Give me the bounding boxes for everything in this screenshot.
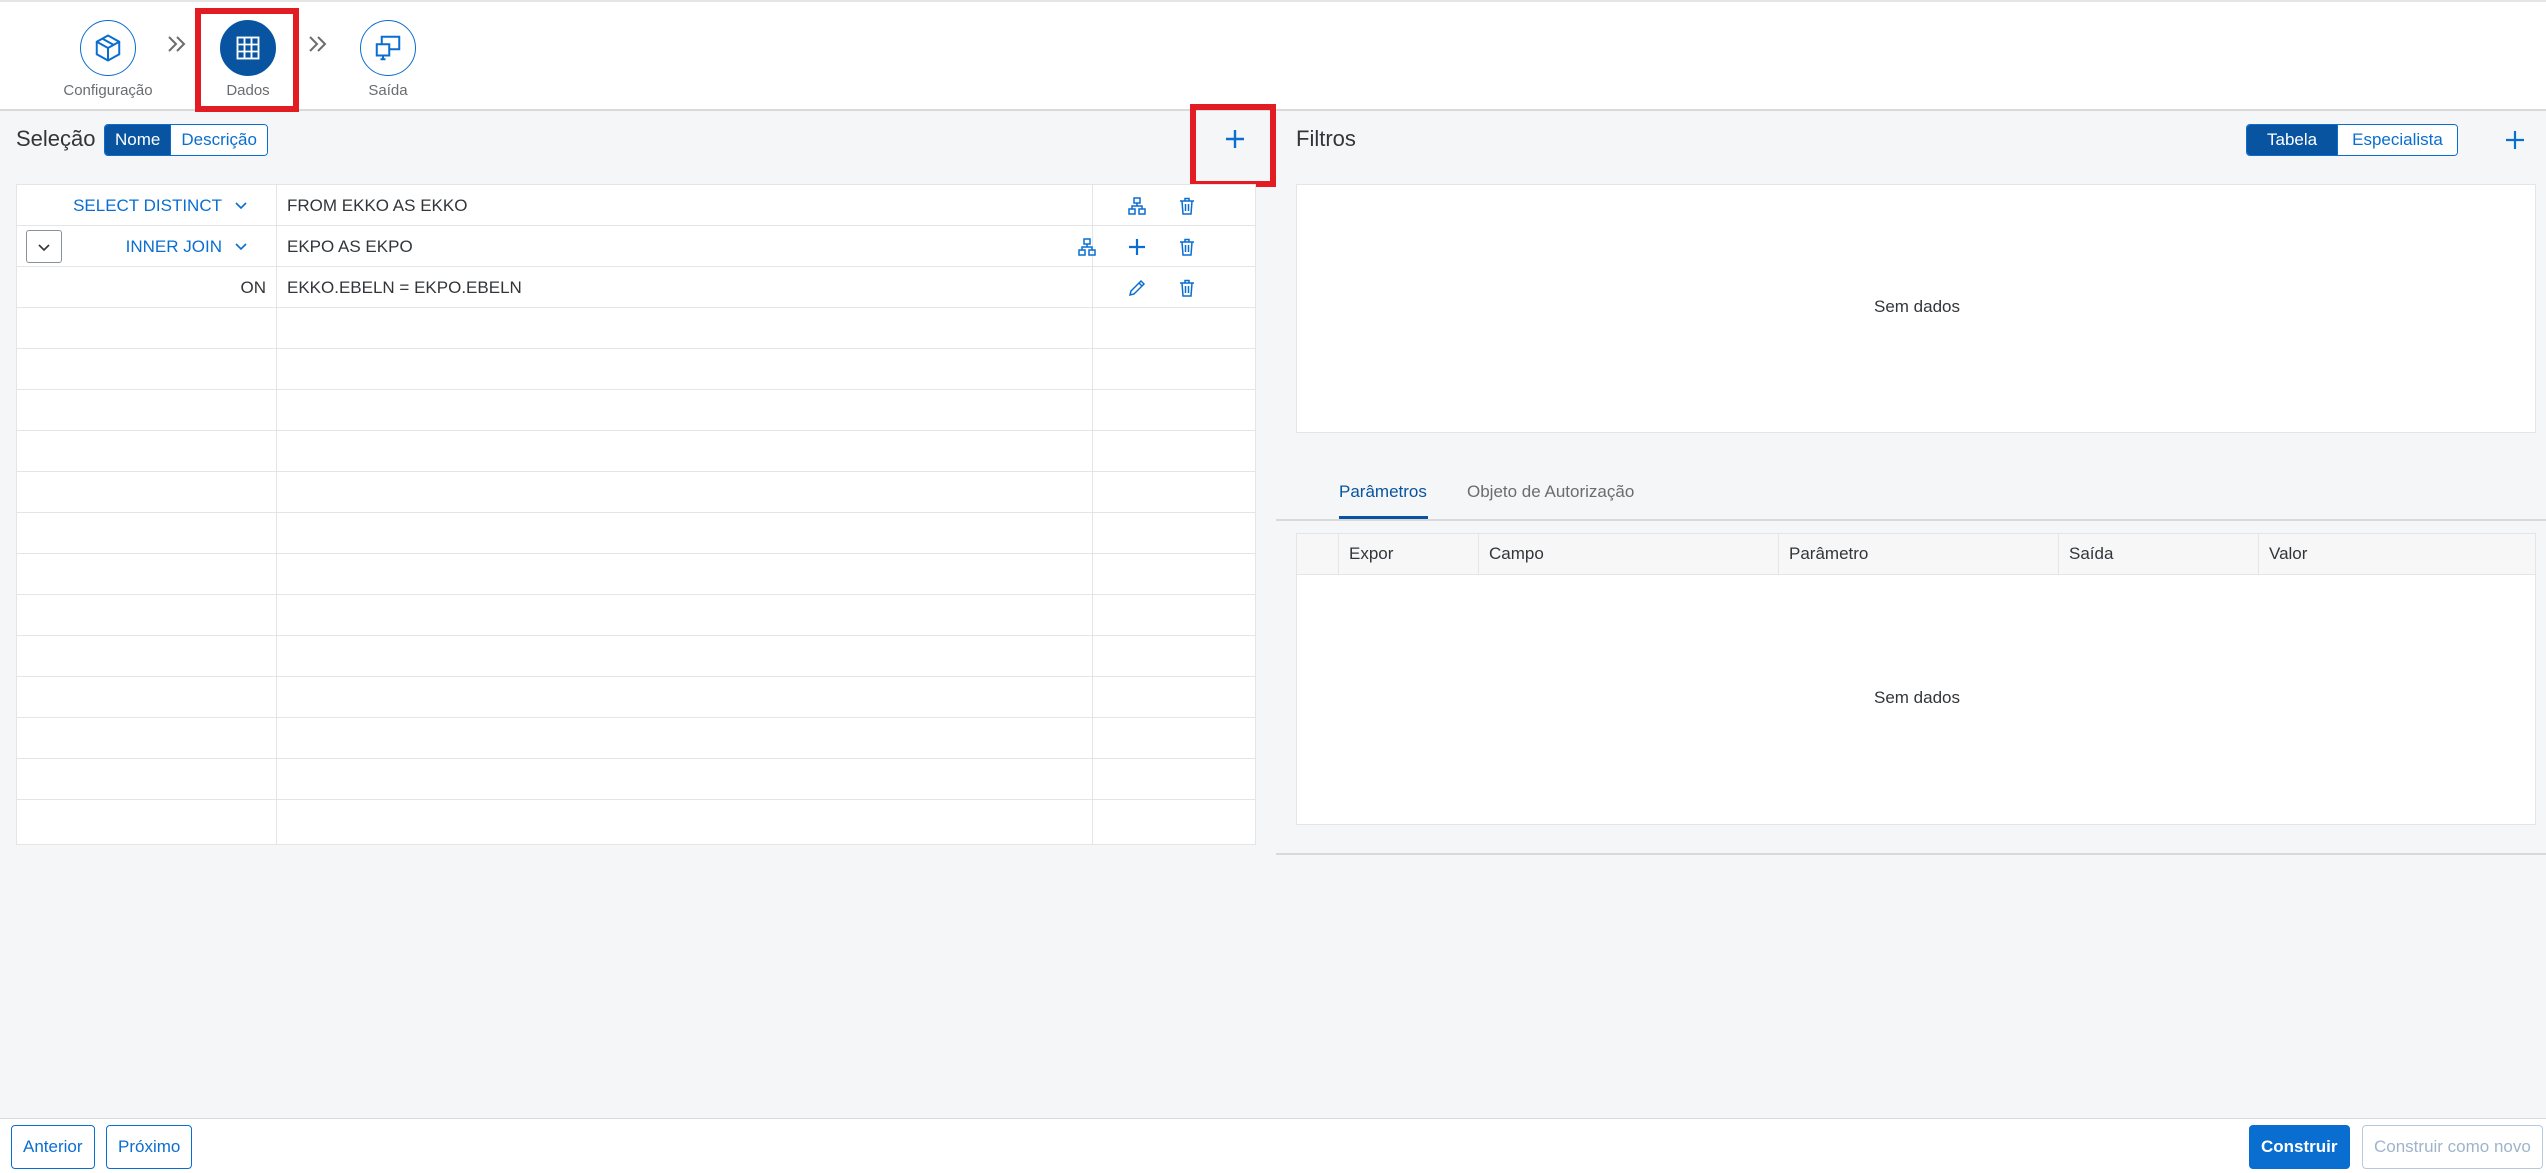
toggle-nome[interactable]: Nome xyxy=(105,125,171,155)
wizard-step-configuracao[interactable]: Configuração xyxy=(38,20,178,99)
wizard-step-label: Saída xyxy=(368,82,408,99)
column-header-saida[interactable]: Saída xyxy=(2059,534,2259,574)
empty-row xyxy=(17,308,1255,349)
package-icon xyxy=(80,20,136,76)
wizard-step-label: Configuração xyxy=(63,82,153,99)
previous-button[interactable]: Anterior xyxy=(11,1125,95,1169)
hierarchy-icon[interactable] xyxy=(1074,234,1100,260)
expand-collapse-button[interactable] xyxy=(26,230,62,263)
row-value: EKKO.EBELN = EKPO.EBELN xyxy=(287,278,522,297)
empty-row xyxy=(17,759,1255,800)
tab-objeto-autorizacao[interactable]: Objeto de Autorização xyxy=(1467,482,1634,502)
selection-title: Seleção xyxy=(16,126,96,151)
empty-row xyxy=(17,431,1255,472)
toggle-tabela[interactable]: Tabela xyxy=(2247,125,2338,155)
empty-row xyxy=(17,800,1255,844)
build-button[interactable]: Construir xyxy=(2249,1125,2350,1169)
highlight-box-add xyxy=(1190,104,1276,187)
section-divider xyxy=(1276,853,2546,855)
column-header-campo[interactable]: Campo xyxy=(1479,534,1779,574)
empty-row xyxy=(17,349,1255,390)
add-filter-button[interactable] xyxy=(2505,130,2525,150)
keyword-inner-join[interactable]: INNER JOIN xyxy=(126,237,222,257)
highlight-box-dados xyxy=(195,8,299,112)
filters-no-data: Sem dados xyxy=(1874,297,1960,316)
parameters-no-data: Sem dados xyxy=(1874,688,1960,707)
build-as-new-button[interactable]: Construir como novo xyxy=(2362,1125,2543,1169)
empty-row xyxy=(17,513,1255,554)
filters-title: Filtros xyxy=(1296,126,1356,151)
column-header-valor[interactable]: Valor xyxy=(2259,534,2535,574)
trash-icon[interactable] xyxy=(1174,193,1200,219)
pencil-icon[interactable] xyxy=(1124,275,1150,301)
chevron-down-icon[interactable] xyxy=(234,239,248,253)
toggle-descricao[interactable]: Descrição xyxy=(170,125,267,155)
trash-icon[interactable] xyxy=(1174,275,1200,301)
empty-row xyxy=(17,554,1255,595)
selection-view-toggle: Nome Descrição xyxy=(104,124,268,156)
tab-bar-divider xyxy=(1276,519,2546,521)
empty-row xyxy=(17,390,1255,431)
trash-icon[interactable] xyxy=(1174,234,1200,260)
toggle-especialista[interactable]: Especialista xyxy=(2337,125,2457,155)
table-row: ON EKKO.EBELN = EKPO.EBELN xyxy=(17,267,1255,308)
header-select-cell xyxy=(1297,534,1339,574)
empty-row xyxy=(17,595,1255,636)
column-header-parametro[interactable]: Parâmetro xyxy=(1779,534,2059,574)
chevron-down-icon[interactable] xyxy=(234,198,248,212)
filters-table: Sem dados xyxy=(1296,184,2536,433)
table-row: INNER JOIN EKPO AS EKPO xyxy=(17,226,1255,267)
footer-toolbar: Anterior Próximo Construir Construir com… xyxy=(0,1118,2546,1173)
parameters-table-header: Expor Campo Parâmetro Saída Valor xyxy=(1297,534,2535,575)
screens-icon xyxy=(360,20,416,76)
add-icon[interactable] xyxy=(1124,234,1150,260)
row-value: FROM EKKO AS EKKO xyxy=(287,196,468,215)
tab-parametros[interactable]: Parâmetros xyxy=(1339,482,1427,502)
keyword-select-distinct[interactable]: SELECT DISTINCT xyxy=(73,196,222,216)
empty-row xyxy=(17,636,1255,677)
next-button[interactable]: Próximo xyxy=(106,1125,193,1169)
empty-row xyxy=(17,677,1255,718)
row-value: EKPO AS EKPO xyxy=(287,237,413,256)
table-row: SELECT DISTINCT FROM EKKO AS EKKO xyxy=(17,185,1255,226)
empty-row xyxy=(17,472,1255,513)
column-header-expor[interactable]: Expor xyxy=(1339,534,1479,574)
selection-table: SELECT DISTINCT FROM EKKO AS EKKO INNER … xyxy=(16,184,1256,845)
keyword-on: ON xyxy=(240,278,267,297)
parameters-table: Expor Campo Parâmetro Saída Valor Sem da… xyxy=(1296,533,2536,825)
empty-row xyxy=(17,718,1255,759)
wizard-header: Configuração Dados Saída xyxy=(0,0,2546,112)
filters-view-toggle: Tabela Especialista xyxy=(2246,124,2458,156)
hierarchy-icon[interactable] xyxy=(1124,193,1150,219)
wizard-step-saida[interactable]: Saída xyxy=(318,20,458,99)
